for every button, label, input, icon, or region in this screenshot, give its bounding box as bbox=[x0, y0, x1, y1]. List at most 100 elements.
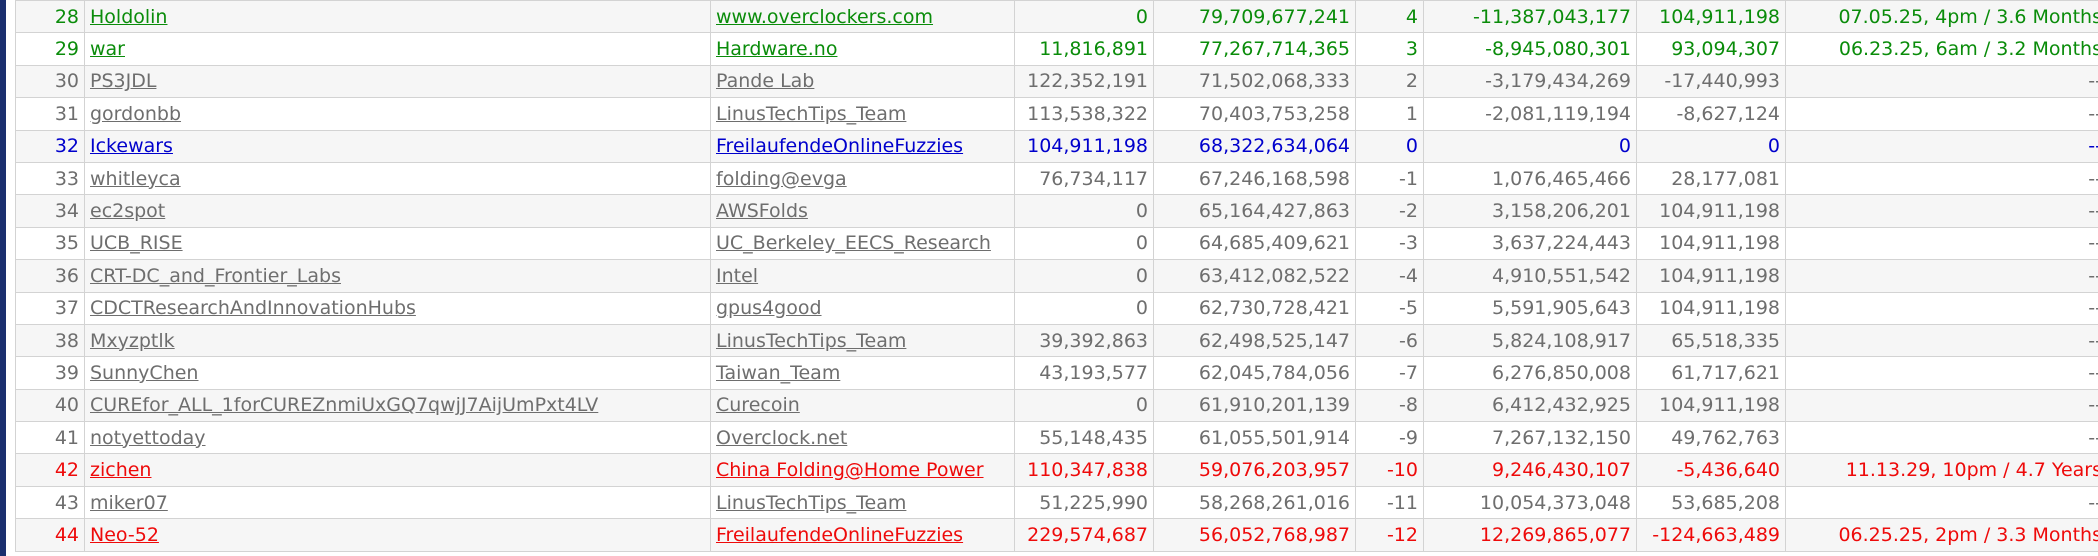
donor-name-link[interactable]: CUREfor_ALL_1forCUREZnmiUxGQ7qwjJ7AijUmP… bbox=[90, 394, 598, 416]
table-row: 43 miker07 LinusTechTips_Team 51,225,990 58,… bbox=[15, 485, 2098, 520]
donor-name-link[interactable]: Ickewars bbox=[90, 135, 173, 157]
rank-diff-cell: -8 bbox=[1355, 388, 1424, 423]
donor-name-cell: SunnyChen bbox=[84, 356, 711, 390]
table-row: 32 Ickewars FreilaufendeOnlineFuzzies 104,9… bbox=[15, 129, 2098, 163]
donor-name-link[interactable]: CRT-DC_and_Frontier_Labs bbox=[90, 265, 341, 287]
donor-name-link[interactable]: Holdolin bbox=[90, 6, 167, 28]
rank-cell: 34 bbox=[15, 194, 85, 228]
team-link[interactable]: LinusTechTips_Team bbox=[716, 492, 906, 514]
eta-cell: 07.05.25, 4pm / 3.6 Months bbox=[1785, 0, 2098, 34]
donor-name-link[interactable]: notyettoday bbox=[90, 427, 206, 449]
points-24h-cell: 11,816,891 bbox=[1014, 32, 1154, 66]
team-link[interactable]: Taiwan_Team bbox=[716, 362, 840, 384]
points-24h-cell: 0 bbox=[1014, 194, 1154, 228]
eta-cell: -- bbox=[1785, 291, 2098, 325]
eta-cell: -- bbox=[1785, 421, 2098, 455]
eta-cell: -- bbox=[1785, 259, 2098, 293]
stats-frame: 28 Holdolin www.overclockers.com 0 79,709,67… bbox=[0, 0, 2098, 556]
daily-gain-cell: 61,717,621 bbox=[1636, 356, 1786, 390]
score-diff-cell: -11,387,043,177 bbox=[1423, 0, 1637, 34]
points-24h-cell: 39,392,863 bbox=[1014, 323, 1154, 358]
team-cell: Curecoin bbox=[710, 388, 1015, 423]
rank-diff-cell: -7 bbox=[1355, 356, 1424, 390]
score-diff-cell: 6,412,432,925 bbox=[1423, 388, 1637, 423]
rank-diff-cell: -4 bbox=[1355, 259, 1424, 293]
score-diff-cell: 9,246,430,107 bbox=[1423, 453, 1637, 487]
rank-cell: 38 bbox=[15, 323, 85, 358]
team-link[interactable]: UC_Berkeley_EECS_Research bbox=[716, 232, 991, 254]
rank-cell: 31 bbox=[15, 97, 85, 131]
table-row: 42 zichen China Folding@Home Power 110,347,… bbox=[15, 453, 2098, 487]
eta-cell: -- bbox=[1785, 388, 2098, 423]
daily-gain-cell: 104,911,198 bbox=[1636, 259, 1786, 293]
score-cell: 65,164,427,863 bbox=[1153, 194, 1356, 228]
team-link[interactable]: Curecoin bbox=[716, 394, 800, 416]
table-row: 31 gordonbb LinusTechTips_Team 113,538,322 7… bbox=[15, 97, 2098, 131]
donor-name-link[interactable]: Neo-52 bbox=[90, 524, 159, 546]
donor-name-link[interactable]: ec2spot bbox=[90, 200, 165, 222]
points-24h-cell: 104,911,198 bbox=[1014, 129, 1154, 163]
team-link[interactable]: China Folding@Home Power bbox=[716, 459, 984, 481]
donor-name-link[interactable]: zichen bbox=[90, 459, 151, 481]
donor-name-link[interactable]: gordonbb bbox=[90, 103, 181, 125]
team-link[interactable]: www.overclockers.com bbox=[716, 6, 933, 28]
team-link[interactable]: AWSFolds bbox=[716, 200, 808, 222]
daily-gain-cell: 104,911,198 bbox=[1636, 194, 1786, 228]
donor-name-cell: CDCTResearchAndInnovationHubs bbox=[84, 291, 711, 325]
team-link[interactable]: FreilaufendeOnlineFuzzies bbox=[716, 524, 963, 546]
team-cell: Overclock.net bbox=[710, 421, 1015, 455]
team-link[interactable]: LinusTechTips_Team bbox=[716, 330, 906, 352]
score-diff-cell: -2,081,119,194 bbox=[1423, 97, 1637, 131]
donor-name-link[interactable]: CDCTResearchAndInnovationHubs bbox=[90, 297, 416, 319]
eta-cell: 06.25.25, 2pm / 3.3 Months bbox=[1785, 518, 2098, 552]
donor-name-link[interactable]: Mxyzptlk bbox=[90, 330, 175, 352]
score-cell: 62,045,784,056 bbox=[1153, 356, 1356, 390]
team-link[interactable]: Intel bbox=[716, 265, 758, 287]
team-cell: www.overclockers.com bbox=[710, 0, 1015, 34]
team-link[interactable]: gpus4good bbox=[716, 297, 822, 319]
score-cell: 61,910,201,139 bbox=[1153, 388, 1356, 423]
daily-gain-cell: 0 bbox=[1636, 129, 1786, 163]
donor-name-link[interactable]: PS3JDL bbox=[90, 70, 156, 92]
rank-diff-cell: -9 bbox=[1355, 421, 1424, 455]
donor-name-cell: whitleyca bbox=[84, 161, 711, 196]
team-link[interactable]: FreilaufendeOnlineFuzzies bbox=[716, 135, 963, 157]
rank-cell: 29 bbox=[15, 32, 85, 66]
team-link[interactable]: LinusTechTips_Team bbox=[716, 103, 906, 125]
donor-name-cell: war bbox=[84, 32, 711, 66]
ranking-rows: 28 Holdolin www.overclockers.com 0 79,709,67… bbox=[15, 0, 2098, 552]
donor-name-link[interactable]: SunnyChen bbox=[90, 362, 198, 384]
daily-gain-cell: -17,440,993 bbox=[1636, 64, 1786, 99]
donor-name-cell: CRT-DC_and_Frontier_Labs bbox=[84, 259, 711, 293]
rank-diff-cell: -12 bbox=[1355, 518, 1424, 552]
rank-cell: 33 bbox=[15, 161, 85, 196]
donor-name-link[interactable]: whitleyca bbox=[90, 168, 181, 190]
rank-diff-cell: 0 bbox=[1355, 129, 1424, 163]
daily-gain-cell: 104,911,198 bbox=[1636, 0, 1786, 34]
donor-name-link[interactable]: miker07 bbox=[90, 492, 168, 514]
team-link[interactable]: Pande Lab bbox=[716, 70, 814, 92]
team-cell: LinusTechTips_Team bbox=[710, 97, 1015, 131]
table-row: 41 notyettoday Overclock.net 55,148,435 61,0… bbox=[15, 421, 2098, 455]
daily-gain-cell: 104,911,198 bbox=[1636, 291, 1786, 325]
team-link[interactable]: folding@evga bbox=[716, 168, 847, 190]
score-cell: 62,498,525,147 bbox=[1153, 323, 1356, 358]
donor-name-cell: PS3JDL bbox=[84, 64, 711, 99]
score-cell: 63,412,082,522 bbox=[1153, 259, 1356, 293]
team-cell: folding@evga bbox=[710, 161, 1015, 196]
score-cell: 61,055,501,914 bbox=[1153, 421, 1356, 455]
points-24h-cell: 43,193,577 bbox=[1014, 356, 1154, 390]
eta-cell: -- bbox=[1785, 323, 2098, 358]
score-diff-cell: -8,945,080,301 bbox=[1423, 32, 1637, 66]
rank-diff-cell: -6 bbox=[1355, 323, 1424, 358]
team-cell: UC_Berkeley_EECS_Research bbox=[710, 226, 1015, 261]
score-diff-cell: 3,158,206,201 bbox=[1423, 194, 1637, 228]
donor-name-link[interactable]: war bbox=[90, 38, 125, 60]
donor-name-link[interactable]: UCB_RISE bbox=[90, 232, 183, 254]
team-link[interactable]: Overclock.net bbox=[716, 427, 847, 449]
points-24h-cell: 76,734,117 bbox=[1014, 161, 1154, 196]
team-link[interactable]: Hardware.no bbox=[716, 38, 837, 60]
points-24h-cell: 0 bbox=[1014, 226, 1154, 261]
rank-cell: 39 bbox=[15, 356, 85, 390]
daily-gain-cell: -124,663,489 bbox=[1636, 518, 1786, 552]
